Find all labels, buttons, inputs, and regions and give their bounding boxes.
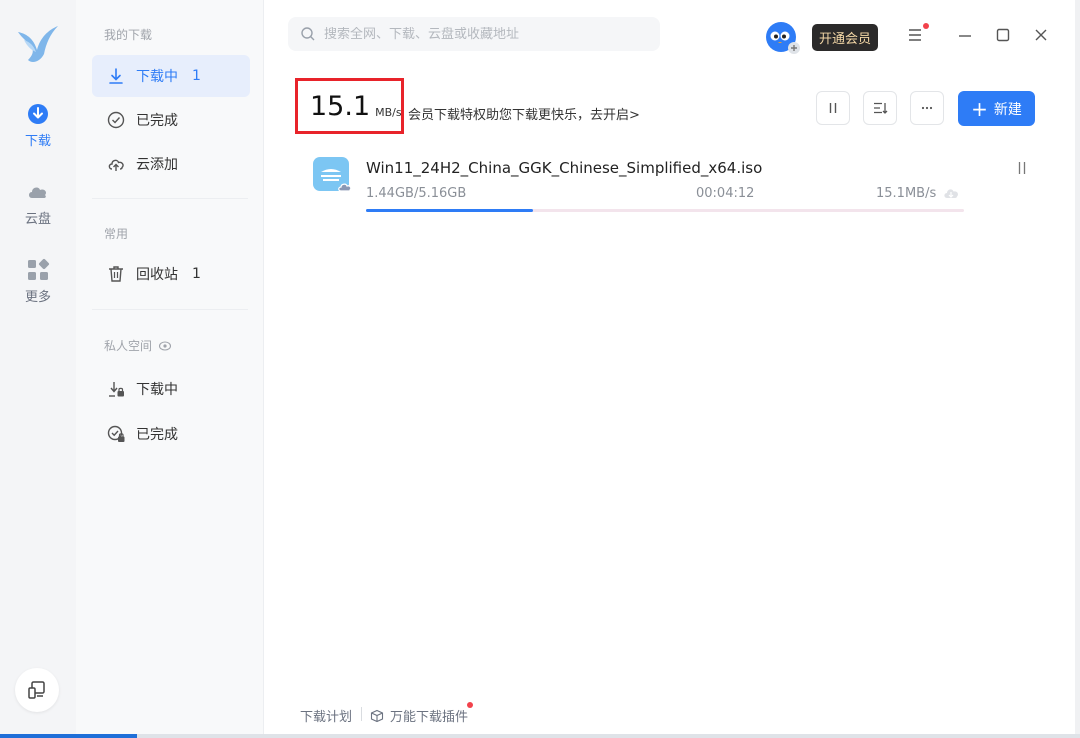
iso-file-icon: [313, 157, 352, 192]
sidebar-divider: [92, 309, 248, 310]
download-progress-fill: [366, 209, 534, 212]
trash-count: 1: [192, 266, 201, 282]
sidebar-item-downloading[interactable]: 下载中 1: [92, 55, 250, 97]
cloud-icon: [29, 187, 47, 198]
download-plugin-link[interactable]: 万能下载插件: [370, 706, 468, 725]
sidebar-item-private-completed[interactable]: 已完成: [92, 413, 250, 455]
section-title-my-downloads: 我的下载: [104, 28, 153, 42]
search-input[interactable]: [324, 26, 644, 42]
maximize-icon[interactable]: [994, 26, 1012, 44]
download-file-name: Win11_24H2_China_GGK_Chinese_Simplified_…: [366, 159, 763, 177]
sidebar-item-downloading-label: 下载中: [136, 69, 178, 85]
total-speed-value: 15.1: [310, 91, 371, 122]
minimize-icon[interactable]: [956, 26, 974, 44]
downloading-count: 1: [192, 68, 201, 84]
sidebar-item-trash[interactable]: 回收站 1: [92, 253, 250, 295]
trash-icon: [109, 266, 123, 282]
menu-notification-dot: [923, 23, 929, 29]
sidebar-item-completed[interactable]: 已完成: [92, 99, 250, 141]
vip-promo-link[interactable]: 会员下载特权助您下载更快乐，去开启>: [408, 104, 640, 123]
row-pause-icon[interactable]: [1013, 159, 1031, 177]
sort-icon: [874, 102, 888, 114]
sidebar-item-trash-label: 回收站: [136, 267, 178, 283]
lock-download-icon: [109, 382, 124, 397]
new-download-label: 新建: [993, 101, 1022, 118]
pause-icon: [829, 103, 837, 113]
sidebar-item-cloud-add-label: 云添加: [136, 157, 178, 173]
search-icon: [301, 27, 315, 41]
cloud-upload-icon: [108, 159, 124, 171]
taskbar-strip: [0, 734, 1080, 738]
rail-item-cloud-label: 云盘: [24, 212, 51, 227]
device-transfer-icon: [28, 681, 45, 699]
rail-item-more-label: 更多: [24, 290, 51, 305]
download-progress-bar: [366, 209, 964, 212]
total-speed-unit: MB/s: [375, 106, 402, 119]
more-dots-icon: [921, 106, 933, 110]
download-arrow-icon: [109, 68, 123, 84]
section-title-private-label: 私人空间: [104, 339, 153, 353]
rail-item-download-label: 下载: [24, 134, 51, 149]
rail-item-more[interactable]: 更多: [0, 258, 76, 305]
taskbar-active-strip: [0, 734, 137, 738]
menu-icon[interactable]: [906, 26, 924, 44]
device-transfer-button[interactable]: [15, 668, 59, 712]
sidebar-divider: [92, 198, 248, 199]
download-size: 1.44GB/5.16GB: [366, 186, 467, 201]
vip-button[interactable]: 开通会员: [812, 24, 878, 51]
rail-item-cloud[interactable]: 云盘: [0, 180, 76, 227]
check-circle-icon: [107, 111, 125, 129]
sidebar-item-private-downloading[interactable]: 下载中: [92, 368, 250, 410]
sidebar-item-private-completed-label: 已完成: [136, 427, 178, 443]
download-time-remaining: 00:04:12: [696, 186, 755, 201]
download-speed: 15.1MB/s: [876, 186, 937, 201]
total-speed-indicator: 15.1 MB/s: [295, 78, 404, 134]
sort-button[interactable]: [863, 91, 897, 125]
more-button[interactable]: [910, 91, 944, 125]
new-download-button[interactable]: + 新建: [958, 91, 1035, 126]
footer-divider: [361, 707, 362, 721]
download-plan-label: 下载计划: [300, 710, 353, 725]
search-box[interactable]: [288, 17, 660, 51]
download-plan-link[interactable]: 下载计划: [300, 706, 352, 725]
apps-grid-icon: [28, 258, 50, 280]
close-icon[interactable]: [1032, 26, 1050, 44]
avatar[interactable]: [764, 20, 802, 56]
nav-rail: 下载 云盘 更多: [0, 0, 76, 738]
plugin-notification-dot: [467, 702, 473, 708]
app-logo-icon: [18, 26, 58, 62]
rail-item-download[interactable]: 下载: [0, 102, 76, 149]
cloud-download-icon[interactable]: [942, 185, 960, 201]
plus-icon: +: [971, 96, 988, 121]
download-plugin-label: 万能下载插件: [390, 710, 469, 725]
section-title-private: 私人空间: [104, 337, 172, 354]
sidebar-item-private-downloading-label: 下载中: [136, 382, 178, 398]
window-edge: [1075, 0, 1080, 738]
sidebar-item-cloud-add[interactable]: 云添加: [92, 143, 250, 185]
section-title-common: 常用: [104, 227, 129, 241]
eye-icon[interactable]: [158, 339, 172, 353]
download-sidebar: 我的下载 下载中 1 已完成 云添加 常用 回收站 1 私人空间 下载中 已完成: [76, 0, 264, 738]
sidebar-item-completed-label: 已完成: [136, 113, 178, 129]
pause-all-button[interactable]: [816, 91, 850, 125]
download-circle-icon: [28, 104, 48, 124]
plugin-box-icon: [370, 709, 384, 722]
lock-check-icon: [107, 425, 125, 442]
